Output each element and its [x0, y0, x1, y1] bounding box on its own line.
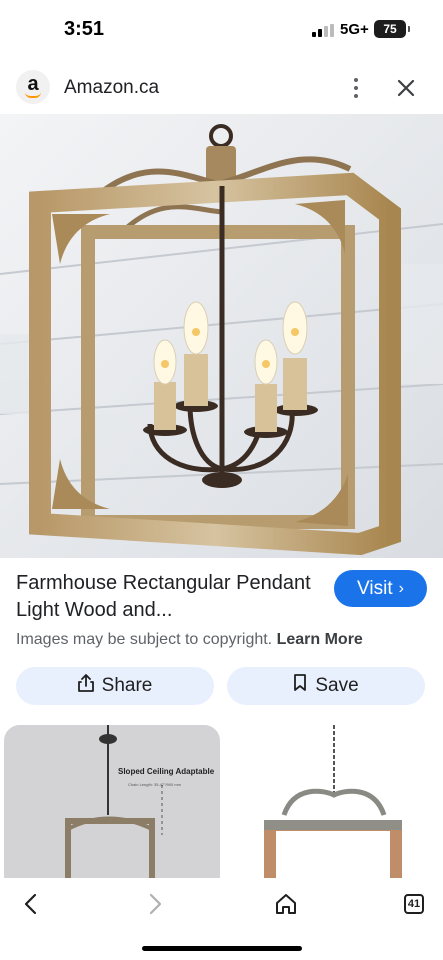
close-icon[interactable]	[392, 74, 420, 102]
copyright-text: Images may be subject to copyright.	[16, 631, 273, 648]
learn-more-link[interactable]: Learn More	[277, 631, 363, 648]
share-icon	[77, 674, 94, 698]
product-image[interactable]	[0, 114, 443, 558]
copyright-notice: Images may be subject to copyright. Lear…	[16, 631, 363, 649]
source-name[interactable]: Amazon.ca	[64, 77, 159, 99]
bottom-nav: 41	[0, 878, 443, 960]
visit-label: Visit	[357, 577, 393, 599]
related-heading: Sloped Ceiling Adaptable	[118, 767, 215, 776]
tabs-count: 41	[404, 894, 424, 914]
chevron-right-icon: ›	[398, 579, 404, 597]
back-icon[interactable]	[14, 888, 46, 920]
save-label: Save	[315, 675, 359, 696]
tabs-icon[interactable]: 41	[398, 888, 430, 920]
product-title[interactable]: Farmhouse Rectangular Pendant Light Wood…	[16, 570, 316, 624]
amazon-logo: a	[16, 70, 50, 104]
save-button[interactable]: Save	[227, 667, 425, 705]
visit-button[interactable]: Visit ›	[334, 570, 427, 607]
network-label: 5G+	[340, 21, 369, 38]
related-image-1[interactable]: Sloped Ceiling Adaptable Chain Length: 3…	[4, 725, 220, 885]
signal-icon	[312, 24, 334, 37]
home-indicator	[142, 946, 302, 951]
source-header: a Amazon.ca	[0, 66, 443, 110]
share-button[interactable]: Share	[16, 667, 214, 705]
home-icon[interactable]	[270, 888, 302, 920]
bookmark-icon	[293, 674, 307, 698]
forward-icon[interactable]	[140, 888, 172, 920]
battery-icon: 75	[374, 20, 410, 38]
share-label: Share	[101, 675, 153, 696]
more-vert-icon[interactable]	[344, 74, 368, 102]
status-time: 3:51	[64, 18, 105, 40]
related-subtext: Chain Length: 35.47"/900 mm	[128, 782, 182, 787]
status-bar: 3:51 5G+ 75	[0, 0, 443, 62]
related-image-2[interactable]	[224, 725, 442, 885]
